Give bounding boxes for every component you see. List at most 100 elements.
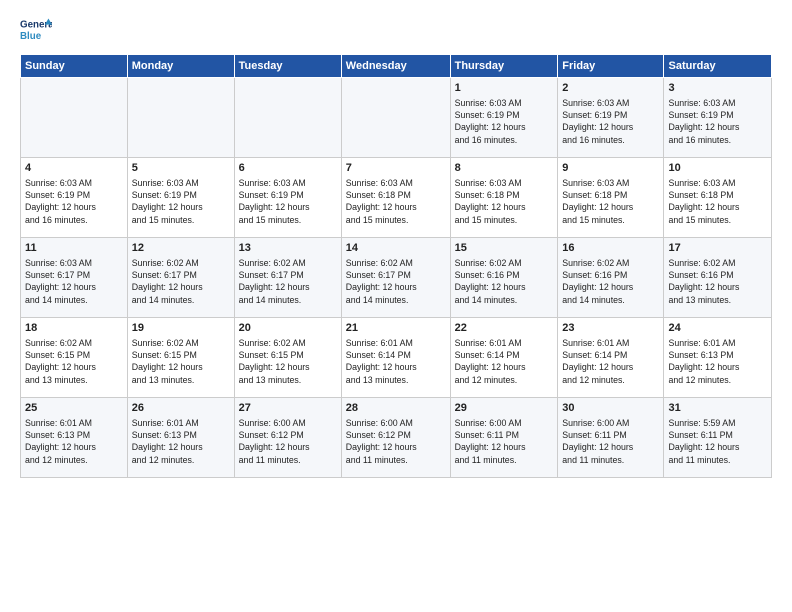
calendar-cell: 24Sunrise: 6:01 AM Sunset: 6:13 PM Dayli… (664, 318, 772, 398)
calendar-cell: 20Sunrise: 6:02 AM Sunset: 6:15 PM Dayli… (234, 318, 341, 398)
day-number: 15 (455, 241, 554, 256)
calendar-cell: 11Sunrise: 6:03 AM Sunset: 6:17 PM Dayli… (21, 238, 128, 318)
calendar-cell: 18Sunrise: 6:02 AM Sunset: 6:15 PM Dayli… (21, 318, 128, 398)
day-info: Sunrise: 6:02 AM Sunset: 6:17 PM Dayligh… (239, 257, 337, 306)
day-number: 3 (668, 81, 767, 96)
day-info: Sunrise: 6:00 AM Sunset: 6:11 PM Dayligh… (562, 417, 659, 466)
day-info: Sunrise: 6:02 AM Sunset: 6:17 PM Dayligh… (346, 257, 446, 306)
day-info: Sunrise: 6:02 AM Sunset: 6:16 PM Dayligh… (562, 257, 659, 306)
calendar-cell: 9Sunrise: 6:03 AM Sunset: 6:18 PM Daylig… (558, 158, 664, 238)
day-info: Sunrise: 6:03 AM Sunset: 6:19 PM Dayligh… (455, 97, 554, 146)
day-number: 20 (239, 321, 337, 336)
day-info: Sunrise: 6:02 AM Sunset: 6:15 PM Dayligh… (132, 337, 230, 386)
day-info: Sunrise: 6:02 AM Sunset: 6:15 PM Dayligh… (25, 337, 123, 386)
calendar-cell: 25Sunrise: 6:01 AM Sunset: 6:13 PM Dayli… (21, 398, 128, 478)
calendar-cell: 29Sunrise: 6:00 AM Sunset: 6:11 PM Dayli… (450, 398, 558, 478)
calendar-header-row: SundayMondayTuesdayWednesdayThursdayFrid… (21, 55, 772, 78)
day-info: Sunrise: 6:02 AM Sunset: 6:17 PM Dayligh… (132, 257, 230, 306)
calendar-cell: 30Sunrise: 6:00 AM Sunset: 6:11 PM Dayli… (558, 398, 664, 478)
calendar-cell: 12Sunrise: 6:02 AM Sunset: 6:17 PM Dayli… (127, 238, 234, 318)
day-info: Sunrise: 6:03 AM Sunset: 6:19 PM Dayligh… (132, 177, 230, 226)
day-number: 18 (25, 321, 123, 336)
day-number: 27 (239, 401, 337, 416)
day-number: 26 (132, 401, 230, 416)
calendar-cell (127, 78, 234, 158)
day-info: Sunrise: 6:01 AM Sunset: 6:14 PM Dayligh… (562, 337, 659, 386)
calendar-cell: 2Sunrise: 6:03 AM Sunset: 6:19 PM Daylig… (558, 78, 664, 158)
day-number: 6 (239, 161, 337, 176)
calendar-body: 1Sunrise: 6:03 AM Sunset: 6:19 PM Daylig… (21, 78, 772, 478)
calendar-cell: 3Sunrise: 6:03 AM Sunset: 6:19 PM Daylig… (664, 78, 772, 158)
day-info: Sunrise: 6:00 AM Sunset: 6:12 PM Dayligh… (239, 417, 337, 466)
calendar-week-row: 25Sunrise: 6:01 AM Sunset: 6:13 PM Dayli… (21, 398, 772, 478)
calendar-week-row: 11Sunrise: 6:03 AM Sunset: 6:17 PM Dayli… (21, 238, 772, 318)
day-info: Sunrise: 6:03 AM Sunset: 6:19 PM Dayligh… (668, 97, 767, 146)
day-number: 31 (668, 401, 767, 416)
calendar-cell: 21Sunrise: 6:01 AM Sunset: 6:14 PM Dayli… (341, 318, 450, 398)
svg-text:Blue: Blue (20, 31, 42, 42)
day-info: Sunrise: 6:01 AM Sunset: 6:13 PM Dayligh… (132, 417, 230, 466)
day-info: Sunrise: 6:03 AM Sunset: 6:19 PM Dayligh… (25, 177, 123, 226)
day-info: Sunrise: 6:00 AM Sunset: 6:12 PM Dayligh… (346, 417, 446, 466)
day-number: 16 (562, 241, 659, 256)
day-number: 12 (132, 241, 230, 256)
calendar-cell: 4Sunrise: 6:03 AM Sunset: 6:19 PM Daylig… (21, 158, 128, 238)
logo-icon: General Blue (20, 16, 52, 44)
calendar-cell: 10Sunrise: 6:03 AM Sunset: 6:18 PM Dayli… (664, 158, 772, 238)
calendar-cell: 8Sunrise: 6:03 AM Sunset: 6:18 PM Daylig… (450, 158, 558, 238)
day-info: Sunrise: 6:01 AM Sunset: 6:13 PM Dayligh… (668, 337, 767, 386)
day-number: 9 (562, 161, 659, 176)
day-info: Sunrise: 6:03 AM Sunset: 6:19 PM Dayligh… (239, 177, 337, 226)
day-number: 13 (239, 241, 337, 256)
day-number: 1 (455, 81, 554, 96)
day-info: Sunrise: 6:01 AM Sunset: 6:13 PM Dayligh… (25, 417, 123, 466)
calendar-cell: 17Sunrise: 6:02 AM Sunset: 6:16 PM Dayli… (664, 238, 772, 318)
calendar-cell: 15Sunrise: 6:02 AM Sunset: 6:16 PM Dayli… (450, 238, 558, 318)
day-info: Sunrise: 6:03 AM Sunset: 6:18 PM Dayligh… (562, 177, 659, 226)
day-number: 29 (455, 401, 554, 416)
calendar-cell (234, 78, 341, 158)
day-number: 2 (562, 81, 659, 96)
calendar-week-row: 18Sunrise: 6:02 AM Sunset: 6:15 PM Dayli… (21, 318, 772, 398)
day-number: 4 (25, 161, 123, 176)
day-number: 30 (562, 401, 659, 416)
day-number: 23 (562, 321, 659, 336)
day-info: Sunrise: 6:03 AM Sunset: 6:18 PM Dayligh… (346, 177, 446, 226)
col-header-tuesday: Tuesday (234, 55, 341, 78)
logo: General Blue (20, 16, 52, 44)
col-header-wednesday: Wednesday (341, 55, 450, 78)
calendar-cell: 31Sunrise: 5:59 AM Sunset: 6:11 PM Dayli… (664, 398, 772, 478)
day-number: 7 (346, 161, 446, 176)
day-number: 24 (668, 321, 767, 336)
calendar-cell: 5Sunrise: 6:03 AM Sunset: 6:19 PM Daylig… (127, 158, 234, 238)
day-info: Sunrise: 6:03 AM Sunset: 6:19 PM Dayligh… (562, 97, 659, 146)
calendar-table: SundayMondayTuesdayWednesdayThursdayFrid… (20, 54, 772, 478)
page: General Blue SundayMondayTuesdayWednesda… (0, 0, 792, 612)
day-info: Sunrise: 5:59 AM Sunset: 6:11 PM Dayligh… (668, 417, 767, 466)
day-info: Sunrise: 6:01 AM Sunset: 6:14 PM Dayligh… (346, 337, 446, 386)
calendar-cell: 26Sunrise: 6:01 AM Sunset: 6:13 PM Dayli… (127, 398, 234, 478)
calendar-week-row: 1Sunrise: 6:03 AM Sunset: 6:19 PM Daylig… (21, 78, 772, 158)
calendar-week-row: 4Sunrise: 6:03 AM Sunset: 6:19 PM Daylig… (21, 158, 772, 238)
day-info: Sunrise: 6:03 AM Sunset: 6:18 PM Dayligh… (455, 177, 554, 226)
col-header-sunday: Sunday (21, 55, 128, 78)
day-number: 19 (132, 321, 230, 336)
header: General Blue (20, 16, 772, 44)
day-number: 25 (25, 401, 123, 416)
day-number: 14 (346, 241, 446, 256)
day-info: Sunrise: 6:00 AM Sunset: 6:11 PM Dayligh… (455, 417, 554, 466)
calendar-cell: 7Sunrise: 6:03 AM Sunset: 6:18 PM Daylig… (341, 158, 450, 238)
day-number: 10 (668, 161, 767, 176)
calendar-cell: 13Sunrise: 6:02 AM Sunset: 6:17 PM Dayli… (234, 238, 341, 318)
calendar-cell: 22Sunrise: 6:01 AM Sunset: 6:14 PM Dayli… (450, 318, 558, 398)
day-number: 28 (346, 401, 446, 416)
calendar-cell: 1Sunrise: 6:03 AM Sunset: 6:19 PM Daylig… (450, 78, 558, 158)
col-header-monday: Monday (127, 55, 234, 78)
day-info: Sunrise: 6:03 AM Sunset: 6:18 PM Dayligh… (668, 177, 767, 226)
day-info: Sunrise: 6:03 AM Sunset: 6:17 PM Dayligh… (25, 257, 123, 306)
day-info: Sunrise: 6:02 AM Sunset: 6:16 PM Dayligh… (455, 257, 554, 306)
col-header-friday: Friday (558, 55, 664, 78)
day-number: 17 (668, 241, 767, 256)
day-number: 21 (346, 321, 446, 336)
day-number: 22 (455, 321, 554, 336)
